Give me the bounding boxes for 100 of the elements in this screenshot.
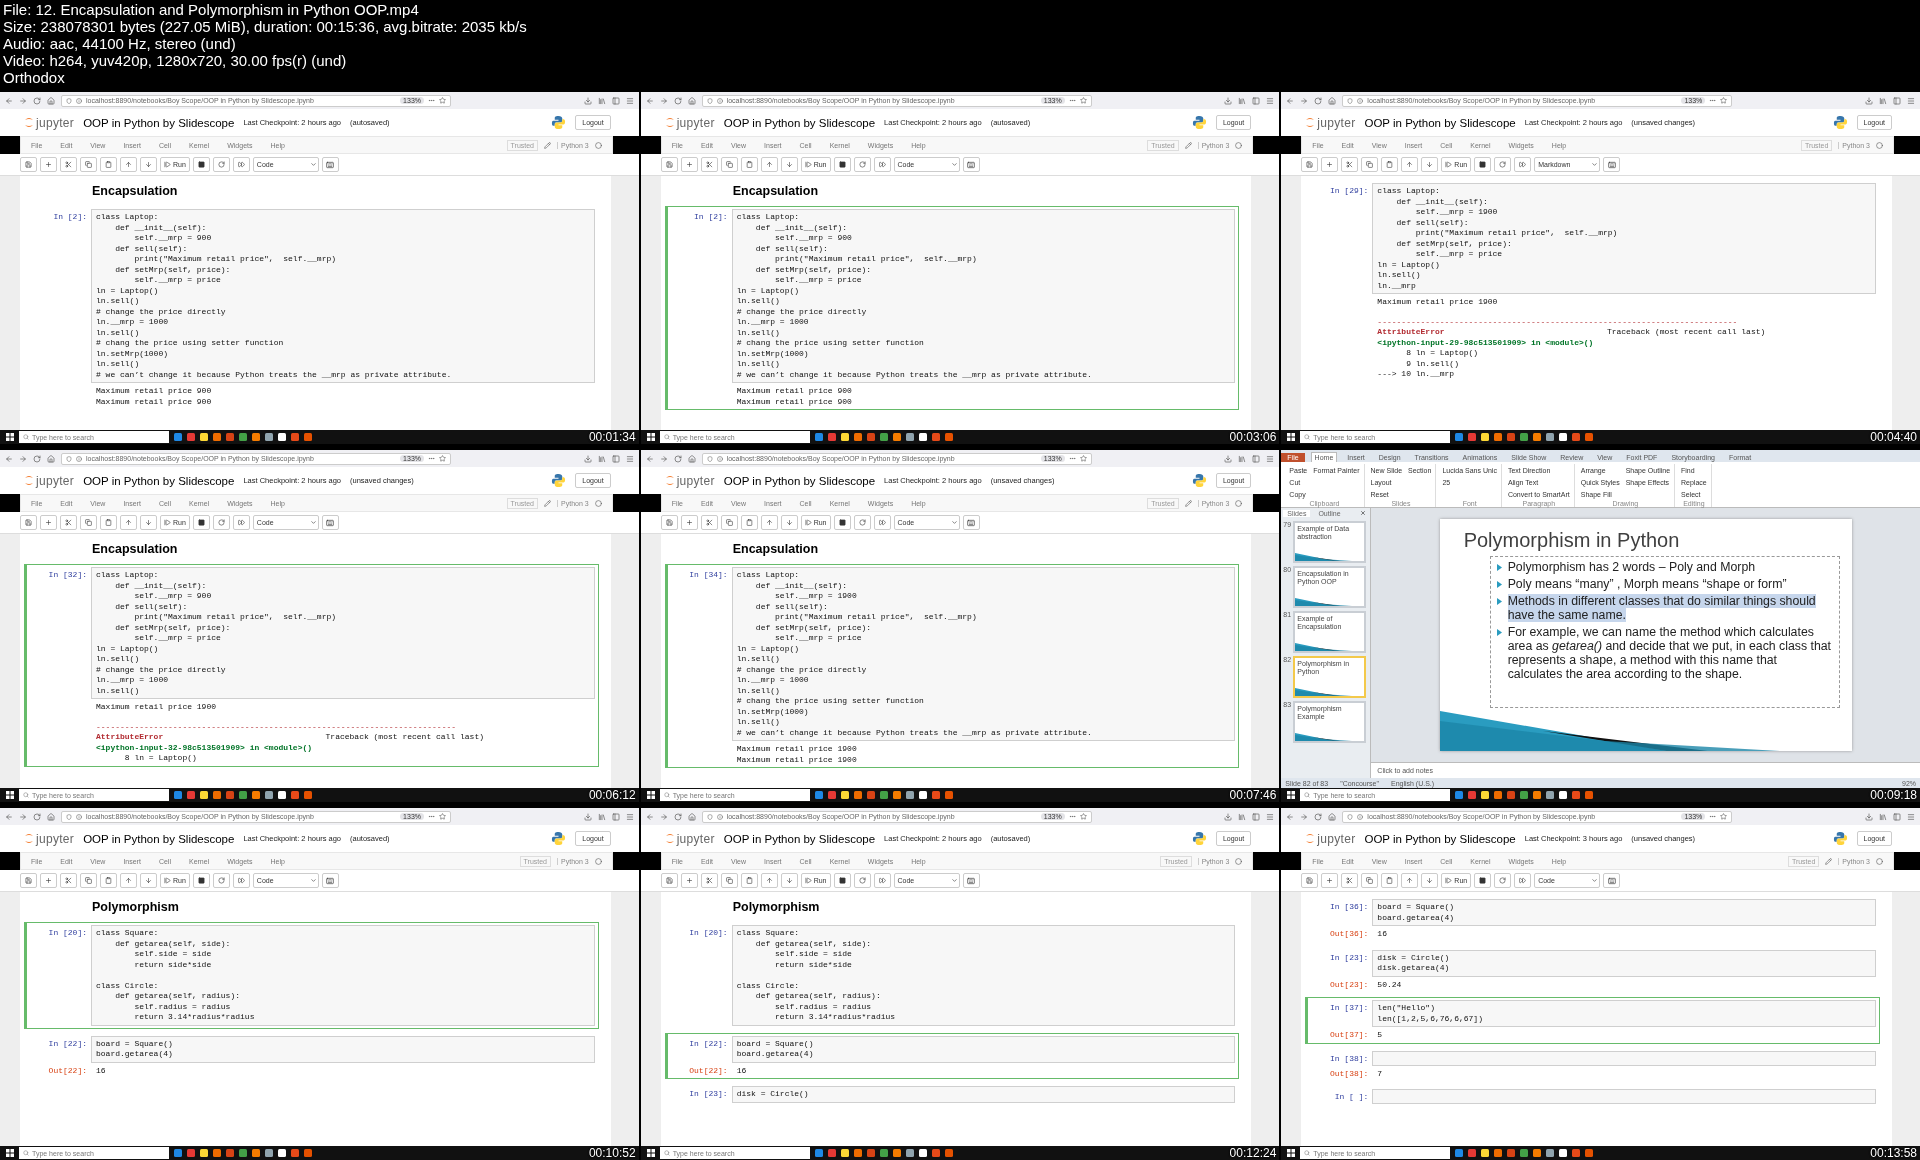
code-input[interactable]: class Laptop: def __init__(self): self.__mrp = 900 def sell(self): print("Maximum retail price", self.__mrp) def setMrp(self, price): self.__mrp = price ln = Laptop() ln.sell() # change the price directly ln.__mrp = 1000 ln.sell() # chang the price using setter function ln.setMrp(1000) ln.sell() # we can’t change it because Python treats the __mrp as private attribute. xyxy=(91,209,595,383)
notebook-cell[interactable]: In [36]: board = Square() board.getarea(4) Out[36]: 16 xyxy=(1305,896,1880,943)
notebook-cell[interactable]: In [37]: len("Hello") len([1,2,5,6,76,6,67]) Out[37]: 5 xyxy=(1305,997,1880,1044)
copy-button[interactable] xyxy=(720,157,738,172)
keyboard-button[interactable] xyxy=(962,515,980,530)
library-icon[interactable] xyxy=(1879,812,1887,821)
home-icon[interactable] xyxy=(47,96,55,105)
run-all-button[interactable] xyxy=(873,515,891,530)
cut-button[interactable] xyxy=(700,515,718,530)
move-up-button[interactable] xyxy=(760,157,778,172)
reload-icon[interactable] xyxy=(33,454,41,463)
keyboard-button[interactable] xyxy=(321,873,339,888)
run-all-button[interactable] xyxy=(873,157,891,172)
move-up-button[interactable] xyxy=(1401,157,1419,172)
forward-icon[interactable] xyxy=(659,96,668,105)
notebook-cell[interactable] xyxy=(24,564,599,767)
sidebar-icon[interactable] xyxy=(611,96,620,105)
forward-icon[interactable] xyxy=(659,812,668,821)
forward-icon[interactable] xyxy=(1300,812,1309,821)
library-icon[interactable] xyxy=(597,812,606,821)
menu-icon[interactable] xyxy=(1266,96,1275,105)
restart-button[interactable] xyxy=(212,873,230,888)
stop-button[interactable] xyxy=(1474,157,1492,172)
run-all-button[interactable] xyxy=(232,873,250,888)
windows-start-icon[interactable] xyxy=(1287,433,1296,441)
menu-icon[interactable] xyxy=(1907,812,1915,821)
forward-icon[interactable] xyxy=(1300,96,1309,105)
menu-icon[interactable] xyxy=(625,454,634,463)
back-icon[interactable] xyxy=(645,96,654,105)
keyboard-button[interactable] xyxy=(321,515,339,530)
windows-start-icon[interactable] xyxy=(6,1149,14,1157)
code-input[interactable]: disk = Circle() disk.getarea(4) xyxy=(1372,949,1876,977)
restart-button[interactable] xyxy=(212,515,230,530)
text-placeholder[interactable] xyxy=(1489,556,1840,708)
code-input[interactable]: disk = Circle() xyxy=(731,1086,1236,1103)
restart-button[interactable] xyxy=(212,157,230,172)
star-icon[interactable] xyxy=(1079,813,1087,820)
cut-button[interactable] xyxy=(1341,873,1359,888)
move-up-button[interactable] xyxy=(120,157,137,172)
forward-icon[interactable] xyxy=(19,96,27,105)
save-button[interactable] xyxy=(1301,157,1319,172)
notebook-title[interactable]: OOP in Python by Slidescope xyxy=(723,116,876,129)
library-icon[interactable] xyxy=(1238,454,1247,463)
notebook-cell[interactable]: In [22]: board = Square() board.getarea(4) Out[22]: 16 xyxy=(24,1032,599,1079)
stop-button[interactable] xyxy=(192,873,210,888)
windows-start-icon[interactable] xyxy=(1287,791,1296,799)
sidebar-icon[interactable] xyxy=(1252,96,1261,105)
code-input[interactable]: class Laptop: def __init__(self): self.__mrp = 1900 def sell(self): print("Maximum retail price", self.__mrp) def setMrp(self, price): self.__mrp = price ln = Laptop() ln.sell() # change the price directly ln.__mrp = 1000 ln.sell() # chang the price using setter function ln.setMrp(1000) ln.sell() # we can’t change it because Python treats the __mrp as private attribute. xyxy=(731,567,1236,741)
home-icon[interactable] xyxy=(47,812,55,821)
reload-icon[interactable] xyxy=(1314,96,1323,105)
download-icon[interactable] xyxy=(583,812,592,821)
run-all-button[interactable] xyxy=(873,873,891,888)
windows-start-icon[interactable] xyxy=(1287,1149,1296,1157)
restart-button[interactable] xyxy=(853,157,871,172)
paste-button[interactable] xyxy=(740,157,758,172)
download-icon[interactable] xyxy=(583,454,592,463)
code-input[interactable] xyxy=(1372,1089,1876,1104)
back-icon[interactable] xyxy=(5,96,13,105)
move-up-button[interactable] xyxy=(760,873,778,888)
download-icon[interactable] xyxy=(1865,812,1873,821)
back-icon[interactable] xyxy=(5,812,13,821)
home-icon[interactable] xyxy=(687,454,696,463)
add-cell-button[interactable] xyxy=(40,515,57,530)
code-input[interactable]: board = Square() board.getarea(4) xyxy=(1372,899,1876,926)
run-all-button[interactable] xyxy=(1514,157,1532,172)
code-input[interactable] xyxy=(1372,1050,1876,1066)
add-cell-button[interactable] xyxy=(680,873,698,888)
move-down-button[interactable] xyxy=(140,157,157,172)
star-icon[interactable] xyxy=(1079,455,1087,462)
paste-button[interactable] xyxy=(1381,157,1399,172)
stop-button[interactable] xyxy=(833,515,851,530)
move-down-button[interactable] xyxy=(780,515,798,530)
save-button[interactable] xyxy=(660,515,678,530)
download-icon[interactable] xyxy=(1224,812,1233,821)
move-down-button[interactable] xyxy=(140,515,157,530)
stop-button[interactable] xyxy=(833,157,851,172)
save-button[interactable] xyxy=(660,157,678,172)
menu-icon[interactable] xyxy=(625,812,634,821)
stop-button[interactable] xyxy=(192,157,210,172)
forward-icon[interactable] xyxy=(659,454,668,463)
back-icon[interactable] xyxy=(5,454,13,463)
code-input[interactable]: board = Square() board.getarea(4) xyxy=(91,1035,595,1063)
notebook-cell[interactable]: In [20]: class Square: def getarea(self, side): self.side = side return side*side class Circle: def getarea(self, radius): self.radius = radius return 3.14*radius*radius xyxy=(664,922,1240,1029)
reload-icon[interactable] xyxy=(673,96,682,105)
move-down-button[interactable] xyxy=(780,873,798,888)
paste-button[interactable] xyxy=(740,515,758,530)
cut-button[interactable] xyxy=(700,157,718,172)
copy-button[interactable] xyxy=(720,515,738,530)
run-all-button[interactable] xyxy=(232,157,250,172)
cut-button[interactable] xyxy=(60,515,77,530)
library-icon[interactable] xyxy=(1238,96,1247,105)
menu-icon[interactable] xyxy=(1266,454,1275,463)
library-icon[interactable] xyxy=(597,96,606,105)
sidebar-icon[interactable] xyxy=(1252,454,1261,463)
code-input[interactable]: class Square: def getarea(self, side): self.side = side return side*side class Circle: def getarea(self, radius): self.radius = radius return 3.14*radius*radius xyxy=(731,925,1236,1026)
add-cell-button[interactable] xyxy=(1321,873,1339,888)
code-input[interactable]: board = Square() board.getarea(4) xyxy=(731,1035,1236,1063)
code-input[interactable]: class Laptop: def __init__(self): self.__mrp = 1900 def sell(self): print("Maximum retail price", self.__mrp) def setMrp(self, price): self.__mrp = price ln = Laptop() ln.sell() ln.__mrp xyxy=(1372,183,1876,294)
notebook-title[interactable]: OOP in Python by Slidescope xyxy=(83,474,235,487)
library-icon[interactable] xyxy=(597,454,606,463)
